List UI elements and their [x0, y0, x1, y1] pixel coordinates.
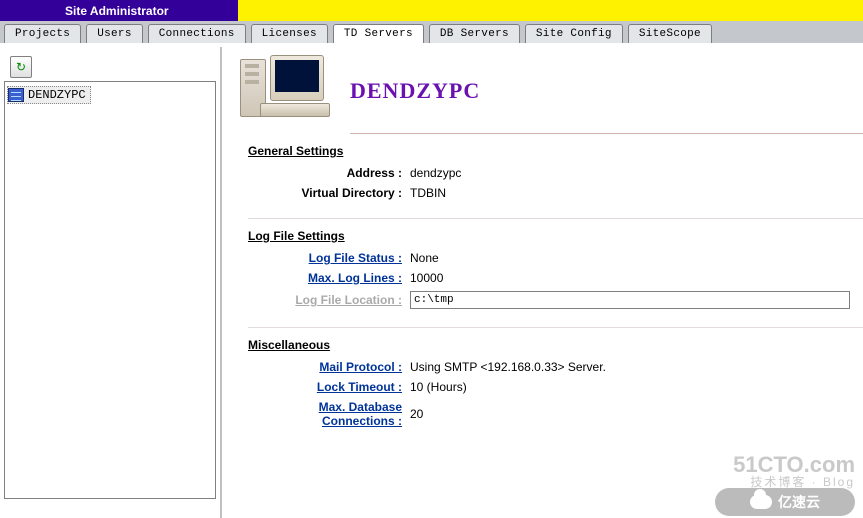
section-misc: Miscellaneous Mail Protocol : Using SMTP… [248, 338, 863, 428]
value-max-log-lines: 10000 [408, 271, 443, 285]
server-icon [8, 88, 24, 102]
section-general: General Settings Address : dendzypc Virt… [248, 144, 863, 200]
tab-label: DB Servers [440, 28, 509, 40]
row-mail-protocol: Mail Protocol : Using SMTP <192.168.0.33… [248, 360, 863, 374]
label-lock-timeout[interactable]: Lock Timeout : [248, 380, 408, 394]
tab-sitescope[interactable]: SiteScope [628, 24, 712, 43]
tab-projects[interactable]: Projects [4, 24, 81, 43]
tab-db-servers[interactable]: DB Servers [429, 24, 520, 43]
header-bar: Site Administrator [0, 0, 863, 21]
divider [248, 327, 863, 328]
label-mail-protocol[interactable]: Mail Protocol : [248, 360, 408, 374]
row-max-db-connections: Max. Database Connections : 20 [248, 400, 863, 428]
tree-item-label: DENDZYPC [28, 88, 86, 102]
divider [248, 218, 863, 219]
value-virtual-directory: TDBIN [408, 186, 446, 200]
value-log-location-wrap [408, 291, 850, 309]
tab-users[interactable]: Users [86, 24, 143, 43]
value-address: dendzypc [408, 166, 461, 180]
server-header: DENDZYPC [240, 55, 863, 127]
row-address: Address : dendzypc [248, 166, 863, 180]
tab-label: SiteScope [639, 28, 701, 40]
label-address: Address : [248, 166, 408, 180]
log-location-field[interactable] [410, 291, 850, 309]
tab-site-config[interactable]: Site Config [525, 24, 623, 43]
label-virtual-directory: Virtual Directory : [248, 186, 408, 200]
tab-label: Connections [159, 28, 235, 40]
row-log-location: Log File Location : [248, 291, 863, 309]
tab-connections[interactable]: Connections [148, 24, 246, 43]
row-log-status: Log File Status : None [248, 251, 863, 265]
label-max-log-lines[interactable]: Max. Log Lines : [248, 271, 408, 285]
server-name-title: DENDZYPC [350, 78, 863, 104]
tab-licenses[interactable]: Licenses [251, 24, 328, 43]
value-lock-timeout: 10 (Hours) [408, 380, 467, 394]
section-logfile: Log File Settings Log File Status : None… [248, 229, 863, 309]
section-head-logfile: Log File Settings [248, 229, 863, 243]
row-max-log-lines: Max. Log Lines : 10000 [248, 271, 863, 285]
tab-label: Projects [15, 28, 70, 40]
section-head-general: General Settings [248, 144, 863, 158]
tabs-row: Projects Users Connections Licenses TD S… [0, 21, 863, 43]
tab-label: Licenses [262, 28, 317, 40]
tree-item-server[interactable]: DENDZYPC [7, 86, 91, 104]
row-lock-timeout: Lock Timeout : 10 (Hours) [248, 380, 863, 394]
label-max-db-connections[interactable]: Max. Database Connections : [248, 400, 408, 428]
sidebar-toolbar: ↻ [4, 53, 216, 81]
refresh-icon: ↻ [16, 60, 26, 74]
main-panel: DENDZYPC General Settings Address : dend… [222, 47, 863, 518]
label-log-status[interactable]: Log File Status : [248, 251, 408, 265]
sidebar: ↻ DENDZYPC [0, 47, 222, 518]
value-log-status: None [408, 251, 439, 265]
app-title: Site Administrator [0, 0, 238, 21]
tab-label: TD Servers [344, 28, 413, 40]
label-log-location: Log File Location : [248, 293, 408, 307]
section-head-misc: Miscellaneous [248, 338, 863, 352]
server-tree: DENDZYPC [4, 81, 216, 499]
value-mail-protocol: Using SMTP <192.168.0.33> Server. [408, 360, 606, 374]
computer-illustration-icon [240, 55, 336, 127]
divider [350, 133, 863, 134]
tab-label: Users [97, 28, 132, 40]
value-max-db-connections: 20 [408, 407, 423, 421]
tab-td-servers[interactable]: TD Servers [333, 24, 424, 43]
tab-label: Site Config [536, 28, 612, 40]
refresh-button[interactable]: ↻ [10, 56, 32, 78]
row-virtual-directory: Virtual Directory : TDBIN [248, 186, 863, 200]
